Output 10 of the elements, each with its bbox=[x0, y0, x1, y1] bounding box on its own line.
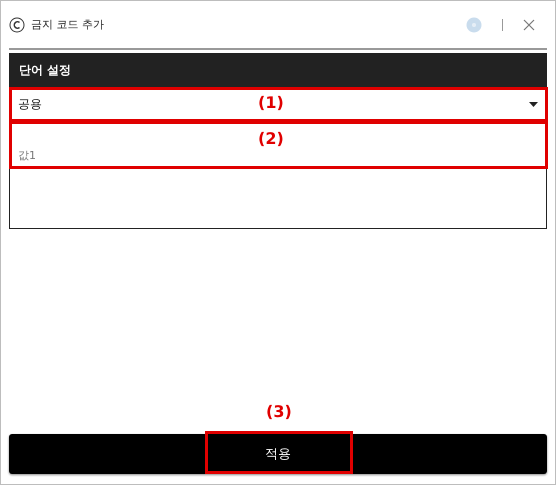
caret-icon bbox=[529, 102, 538, 106]
section-header: 단어 설정 bbox=[9, 53, 547, 87]
callout-number: (3) bbox=[266, 402, 292, 421]
window-title: 금지 코드 추가 bbox=[31, 17, 104, 32]
apply-button[interactable]: 적용 bbox=[9, 434, 547, 474]
form-panel[interactable]: 공용 (1) 값1 (2) bbox=[9, 87, 547, 229]
logo-icon bbox=[9, 16, 25, 32]
callout-number: (2) bbox=[258, 129, 284, 148]
callout-number: (1) bbox=[258, 93, 284, 112]
close-icon[interactable] bbox=[523, 18, 535, 30]
